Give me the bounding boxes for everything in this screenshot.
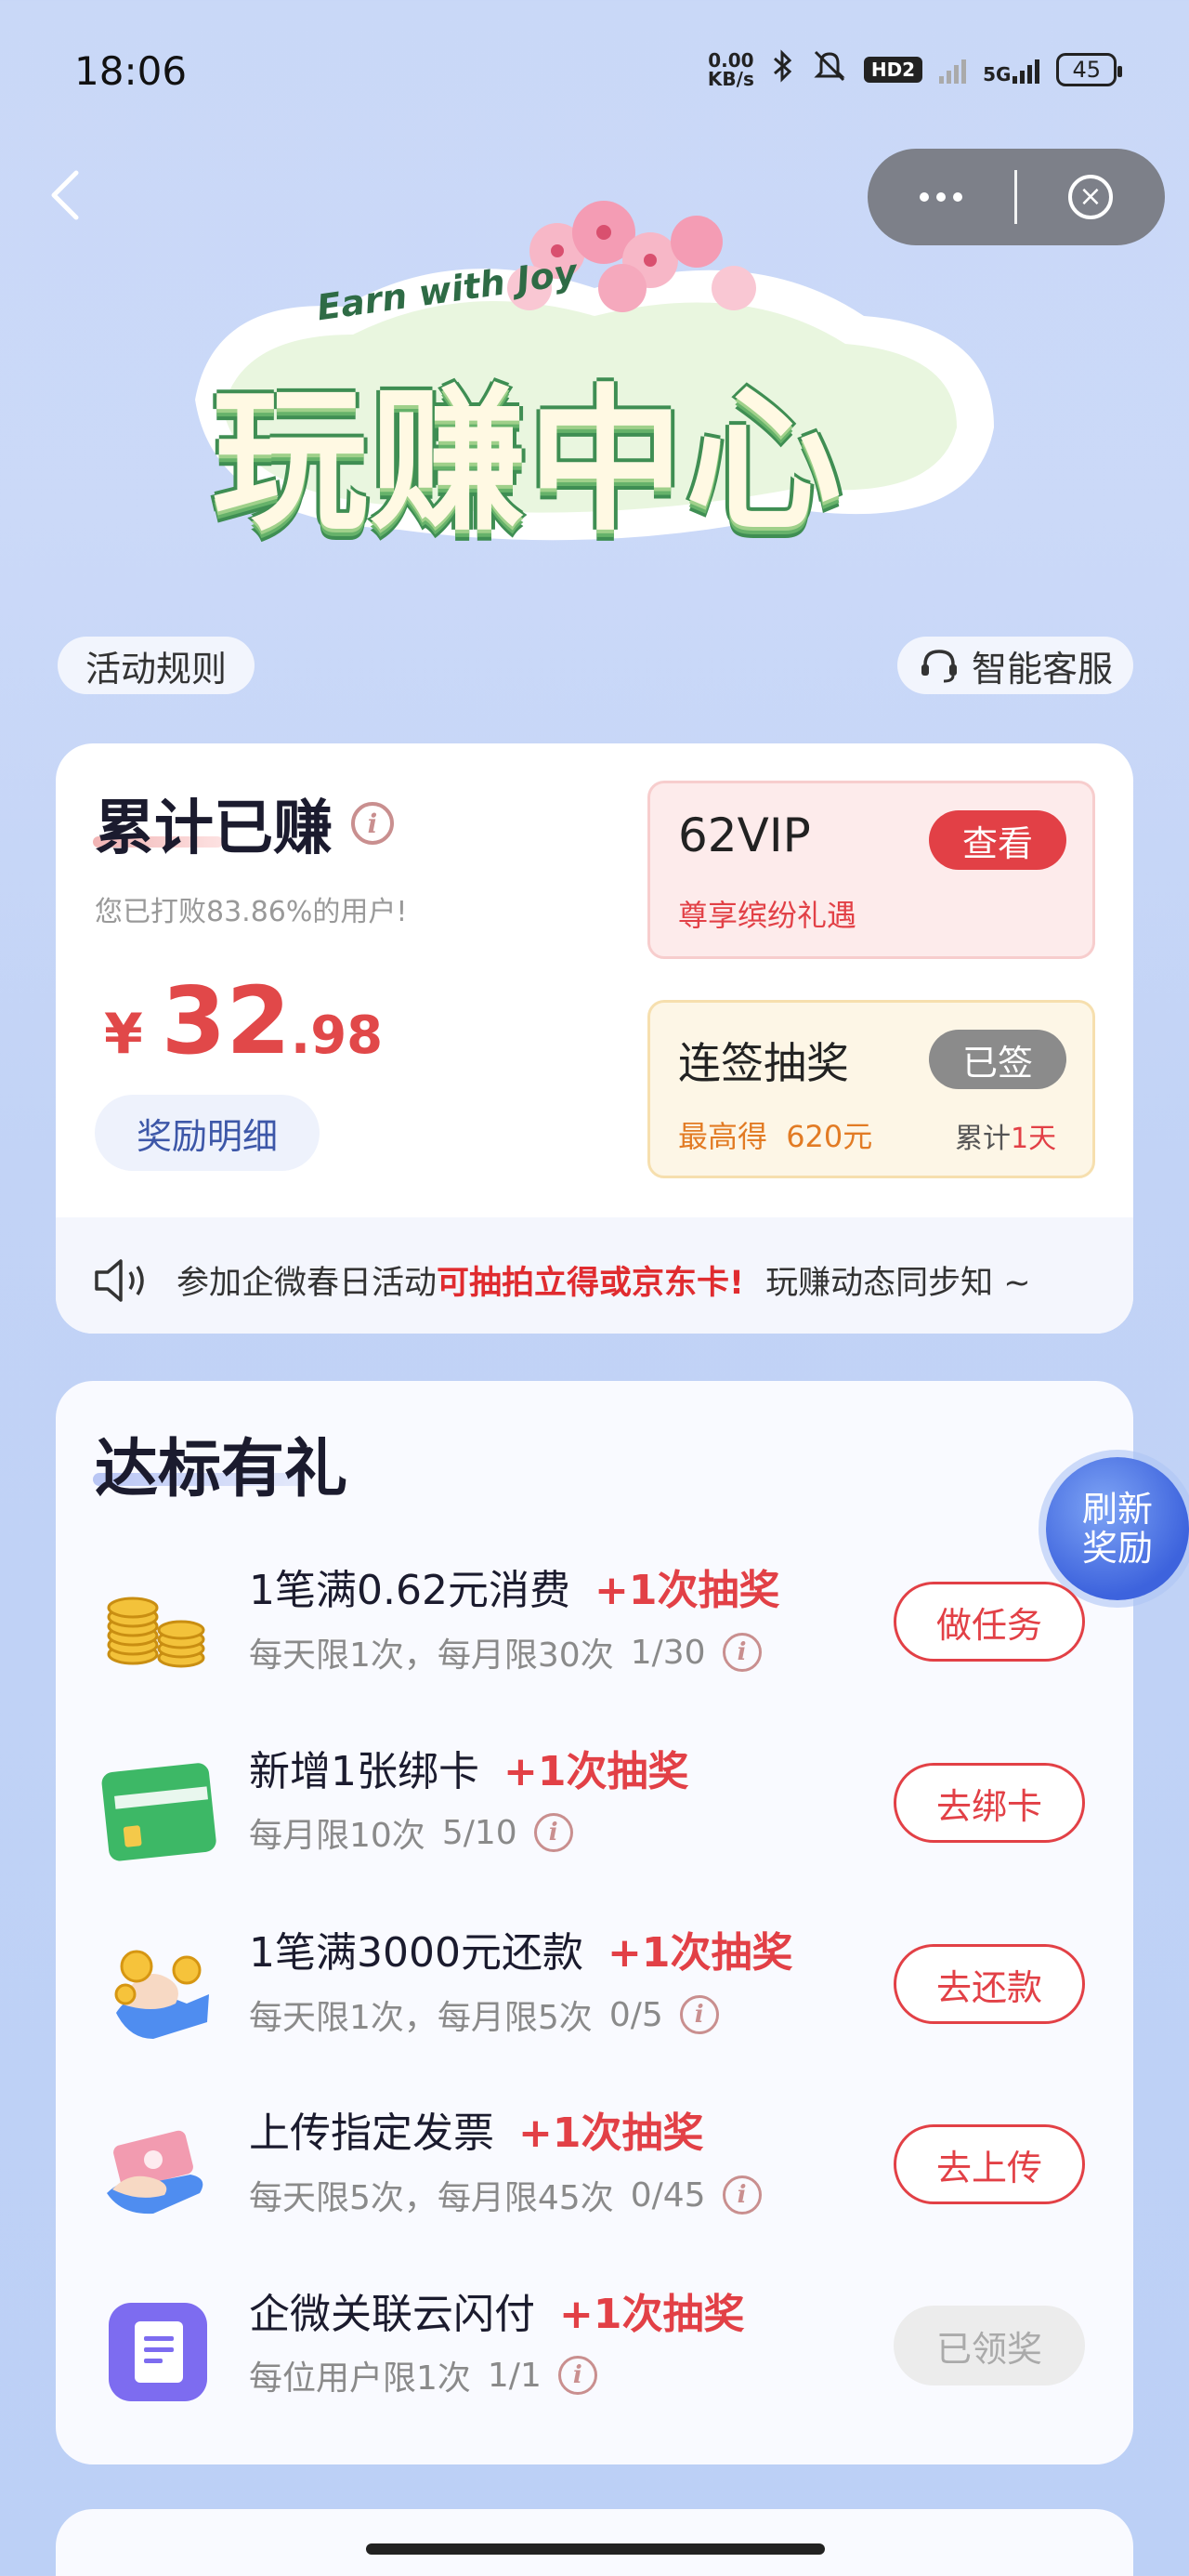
task-progress: 0/45	[630, 2175, 706, 2215]
info-icon[interactable]: i	[351, 802, 394, 845]
task-limit: 每天限5次，每月限45次	[249, 2179, 614, 2217]
vip-name: 62VIP	[678, 808, 811, 862]
status-icons: 0.00 KB/s HD2 5G 45	[708, 48, 1122, 90]
task-name: 1笔满0.62元消费 +1次抽奖	[249, 1557, 779, 1616]
task-desc: 每位用户限1次 1/1 i	[249, 2351, 597, 2399]
status-time: 18:06	[74, 48, 188, 94]
invoice-upload-icon	[107, 2130, 203, 2215]
chevron-left-icon	[51, 170, 79, 220]
close-circle-icon: ×	[1068, 175, 1113, 219]
cloud-quickpass-icon	[109, 2303, 207, 2401]
sign-in-count: 累计1天	[955, 1115, 1056, 1156]
vip-subtitle: 尊享缤纷礼遇	[678, 898, 857, 933]
rules-button[interactable]: 活动规则	[58, 637, 255, 694]
task-title: 新增1张绑卡	[249, 1748, 479, 1795]
task-desc: 每天限5次，每月限45次 0/45 i	[249, 2171, 762, 2219]
info-icon[interactable]: i	[722, 1633, 762, 1672]
headset-icon	[921, 650, 957, 683]
sign-in-count-prefix: 累计	[955, 1123, 1011, 1155]
task-reward: +1次抽奖	[607, 1929, 793, 1977]
task-reward: +1次抽奖	[503, 1748, 689, 1795]
amount-decimal: .98	[290, 1005, 384, 1066]
signed-button[interactable]: 已签	[929, 1030, 1066, 1089]
task-reward: +1次抽奖	[559, 2291, 745, 2338]
battery-icon: 45	[1056, 52, 1122, 86]
bank-card-icon	[101, 1763, 216, 1861]
task-title: 1笔满3000元还款	[249, 1929, 583, 1977]
task-limit: 每天限1次，每月限5次	[249, 1999, 593, 2037]
task-progress: 1/30	[630, 1633, 706, 1672]
task-action-button[interactable]: 做任务	[894, 1582, 1085, 1662]
task-desc: 每天限1次，每月限30次 1/30 i	[249, 1628, 762, 1676]
sign-in-title: 连签抽奖	[678, 1038, 849, 1088]
net-speed: 0.00 KB/s	[708, 51, 754, 88]
notice-bar[interactable]: 参加企微春日活动可抽拍立得或京东卡! 玩赚动态同步知 ~	[93, 1256, 1031, 1304]
task-action-button[interactable]: 去还款	[894, 1944, 1085, 2024]
amount-integer: 32	[161, 966, 291, 1075]
notice-part2: 玩赚动态同步知 ~	[765, 1265, 1031, 1302]
task-action-button[interactable]: 去上传	[894, 2124, 1085, 2204]
task-title: 1笔满0.62元消费	[249, 1567, 570, 1614]
task-name: 上传指定发票 +1次抽奖	[249, 2099, 703, 2159]
task-desc: 每天限1次，每月限5次 0/5 i	[249, 1991, 719, 2039]
task-limit: 每月限10次	[249, 1817, 425, 1855]
task-name: 1笔满3000元还款 +1次抽奖	[249, 1919, 792, 1978]
task-desc: 每月限10次 5/10 i	[249, 1808, 573, 1857]
notice-text: 参加企微春日活动可抽拍立得或京东卡! 玩赚动态同步知 ~	[176, 1256, 1031, 1304]
sign-in-max: 最高得 620元	[678, 1113, 872, 1156]
speaker-icon	[95, 1258, 144, 1302]
network-type: 5G	[983, 62, 1012, 85]
back-button[interactable]	[46, 167, 84, 223]
info-icon[interactable]: i	[557, 2356, 597, 2395]
vip-view-button[interactable]: 查看	[929, 810, 1066, 870]
signal-1-icon	[939, 56, 967, 84]
coins-icon	[107, 1597, 205, 1668]
next-section-card	[56, 2509, 1133, 2576]
earnings-title-row: 累计已赚 i	[95, 781, 394, 866]
sign-in-max-prefix: 最高得	[678, 1119, 768, 1154]
signal-2-icon	[1013, 56, 1040, 84]
notice-part1: 参加企微春日活动	[176, 1265, 438, 1302]
earnings-title: 累计已赚	[95, 795, 333, 863]
task-progress: 5/10	[441, 1813, 517, 1852]
task-reward: +1次抽奖	[518, 2109, 704, 2157]
close-button[interactable]: ×	[1017, 175, 1164, 219]
task-title: 企微关联云闪付	[249, 2291, 535, 2338]
task-reward: +1次抽奖	[594, 1567, 780, 1614]
home-indicator[interactable]	[366, 2543, 825, 2555]
task-title: 上传指定发票	[249, 2109, 494, 2157]
repayment-icon	[114, 1950, 209, 2039]
refresh-label: 刷新奖励	[1081, 1489, 1153, 1569]
task-action-button[interactable]: 去绑卡	[894, 1763, 1085, 1843]
info-icon[interactable]: i	[722, 2175, 762, 2215]
sign-in-max-value: 620元	[786, 1119, 873, 1154]
info-icon[interactable]: i	[533, 1813, 573, 1852]
net-speed-value: 0.00	[708, 48, 754, 72]
task-progress: 1/1	[487, 2356, 542, 2395]
notice-highlight: 可抽拍立得或京东卡!	[437, 1265, 744, 1302]
mute-icon	[812, 48, 847, 90]
info-icon[interactable]: i	[679, 1995, 719, 2034]
task-name: 企微关联云闪付 +1次抽奖	[249, 2280, 744, 2340]
hd-badge: HD2	[863, 56, 923, 83]
earnings-rank: 您已打败83.86%的用户!	[95, 896, 408, 928]
customer-service-button[interactable]: 智能客服	[897, 637, 1134, 694]
task-limit: 每天限1次，每月限30次	[249, 1636, 614, 1675]
customer-service-label: 智能客服	[972, 648, 1114, 690]
sign-in-count-value: 1天	[1011, 1123, 1057, 1155]
banner-title: 玩赚中心	[212, 370, 843, 552]
task-limit: 每位用户限1次	[249, 2359, 471, 2398]
reward-detail-button[interactable]: 奖励明细	[95, 1095, 320, 1171]
net-speed-unit: KB/s	[707, 67, 754, 90]
refresh-rewards-button[interactable]: 刷新奖励	[1046, 1457, 1189, 1600]
bluetooth-icon	[771, 49, 795, 89]
rules-label: 活动规则	[85, 648, 228, 690]
currency-symbol: ¥	[104, 1002, 143, 1067]
tasks-title: 达标有礼	[95, 1433, 348, 1506]
task-claimed-button[interactable]: 已领奖	[894, 2306, 1085, 2385]
signal-2: 5G	[983, 56, 1040, 85]
task-name: 新增1张绑卡 +1次抽奖	[249, 1738, 688, 1797]
earnings-amount: ¥ 32 .98	[104, 966, 383, 1075]
task-progress: 0/5	[608, 1995, 663, 2034]
